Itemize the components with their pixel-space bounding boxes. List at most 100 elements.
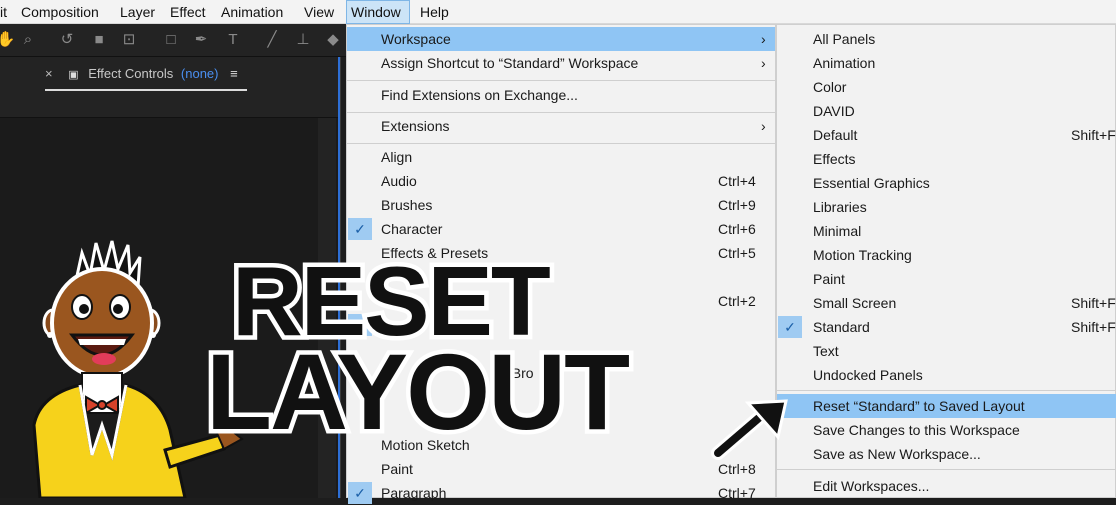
menu-composition[interactable]: Composition <box>21 0 99 24</box>
rotate-tool-icon[interactable]: ↺ <box>57 30 77 50</box>
menu-item-shortcut: Shift+F <box>1071 319 1116 335</box>
submenu-item-essential-graphics[interactable]: Essential Graphics <box>777 171 1116 195</box>
submenu-item-edit-workspaces[interactable]: Edit Workspaces... <box>777 474 1116 498</box>
chevron-right-icon: › <box>761 118 766 134</box>
panel-tab-value: (none) <box>180 66 219 81</box>
menu-effect[interactable]: Effect <box>170 0 206 24</box>
menu-item-shortcut: Ctrl+7 <box>718 485 756 501</box>
menu-item-label: All Panels <box>813 31 876 47</box>
hand-tool-icon[interactable]: ✋ <box>0 30 16 50</box>
tab-underline <box>45 89 247 91</box>
submenu-item-minimal[interactable]: Minimal <box>777 219 1116 243</box>
checkmark-icon: ✓ <box>348 482 372 504</box>
menu-item-find-extensions[interactable]: Find Extensions on Exchange... <box>347 83 775 107</box>
menu-item-label: Libraries <box>813 199 867 215</box>
menu-edit[interactable]: it <box>0 0 7 24</box>
menu-window[interactable]: Window <box>346 0 410 24</box>
menu-item-label: Workspace <box>381 31 451 47</box>
submenu-item-animation[interactable]: Animation <box>777 51 1116 75</box>
submenu-item-reset-standard[interactable]: Reset “Standard” to Saved Layout <box>777 394 1116 418</box>
submenu-item-paint[interactable]: Paint <box>777 267 1116 291</box>
menu-item-brushes[interactable]: Brushes Ctrl+9 <box>347 193 775 217</box>
menu-item-workspace[interactable]: Workspace › <box>347 27 775 51</box>
menu-item-label: Paint <box>813 271 845 287</box>
menu-item-assign-shortcut[interactable]: Assign Shortcut to “Standard” Workspace … <box>347 51 775 75</box>
submenu-item-motion-tracking[interactable]: Motion Tracking <box>777 243 1116 267</box>
menu-item-shortcut: Shift+F <box>1071 295 1116 311</box>
pen-tool-icon[interactable]: ✒ <box>191 30 211 50</box>
submenu-item-save-changes[interactable]: Save Changes to this Workspace <box>777 418 1116 442</box>
eraser-tool-icon[interactable]: ◆ <box>323 30 343 50</box>
camera-tool-icon[interactable]: ■ <box>89 30 109 50</box>
menu-item-label: Audio <box>381 173 417 189</box>
menu-item-label: Save Changes to this Workspace <box>813 422 1020 438</box>
menu-item-label: Brushes <box>381 197 433 213</box>
checkmark-icon: ✓ <box>778 316 802 338</box>
menu-item-extensions[interactable]: Extensions › <box>347 114 775 138</box>
menu-animation[interactable]: Animation <box>221 0 283 24</box>
menu-item-label: Minimal <box>813 223 862 239</box>
clone-stamp-tool-icon[interactable]: ⊥ <box>293 30 313 50</box>
menu-item-label: Reset “Standard” to Saved Layout <box>813 398 1025 414</box>
pan-behind-tool-icon[interactable]: ⊡ <box>119 30 139 50</box>
menu-item-label: Paragraph <box>381 485 447 501</box>
menu-item-label: Undocked Panels <box>813 367 923 383</box>
lock-icon[interactable]: ▣ <box>68 69 78 81</box>
chevron-right-icon: › <box>761 31 766 47</box>
submenu-item-default[interactable]: Default Shift+F <box>777 123 1116 147</box>
submenu-item-david[interactable]: DAVID <box>777 99 1116 123</box>
chevron-right-icon: › <box>761 55 766 71</box>
menu-item-label: Motion Tracking <box>813 247 912 263</box>
menu-layer[interactable]: Layer <box>120 0 155 24</box>
type-tool-icon[interactable]: T <box>223 30 243 50</box>
menu-help[interactable]: Help <box>420 0 449 24</box>
menu-item-shortcut: Shift+F <box>1071 127 1116 143</box>
menu-item-align[interactable]: Align <box>347 145 775 169</box>
menu-item-shortcut: Ctrl+6 <box>718 221 756 237</box>
submenu-item-undocked-panels[interactable]: Undocked Panels <box>777 363 1116 387</box>
menu-item-label: DAVID <box>813 103 855 119</box>
arrow-pointer-icon <box>711 399 788 460</box>
menu-item-label: Edit Workspaces... <box>813 478 930 494</box>
submenu-item-standard[interactable]: ✓ Standard Shift+F <box>777 315 1116 339</box>
menu-separator <box>347 112 775 113</box>
submenu-item-color[interactable]: Color <box>777 75 1116 99</box>
brush-tool-icon[interactable]: ╱ <box>262 30 282 50</box>
menu-item-character[interactable]: ✓ Character Ctrl+6 <box>347 217 775 241</box>
submenu-item-effects[interactable]: Effects <box>777 147 1116 171</box>
menu-item-label: Small Screen <box>813 295 897 311</box>
menu-item-label: Text <box>813 343 839 359</box>
menu-item-paragraph[interactable]: ✓ Paragraph Ctrl+7 <box>347 481 775 505</box>
close-icon[interactable]: × <box>45 66 53 81</box>
menu-view[interactable]: View <box>304 0 334 24</box>
submenu-item-save-new[interactable]: Save as New Workspace... <box>777 442 1116 466</box>
checkmark-icon: ✓ <box>348 218 372 240</box>
menu-item-label: Save as New Workspace... <box>813 446 981 462</box>
shape-tool-icon[interactable]: □ <box>161 30 181 50</box>
menu-item-label: Color <box>813 79 847 95</box>
submenu-item-libraries[interactable]: Libraries <box>777 195 1116 219</box>
menu-item-label: Assign Shortcut to “Standard” Workspace <box>381 55 639 71</box>
panel-tab-label: Effect Controls <box>88 66 174 81</box>
menu-separator <box>777 469 1116 470</box>
zoom-tool-icon[interactable]: ⌕ <box>18 30 38 50</box>
panel-menu-icon[interactable]: ≡ <box>230 66 238 81</box>
menu-item-shortcut: Ctrl+5 <box>718 245 756 261</box>
menu-item-label: Animation <box>813 55 876 71</box>
menu-item-label: Find Extensions on Exchange... <box>381 87 578 103</box>
menu-item-shortcut: Ctrl+4 <box>718 173 756 189</box>
menu-item-shortcut: Ctrl+9 <box>718 197 756 213</box>
submenu-item-small-screen[interactable]: Small Screen Shift+F <box>777 291 1116 315</box>
panel-tab-effect-controls[interactable]: × ▣ Effect Controls (none) ≡ <box>45 66 238 90</box>
menu-item-label: Standard <box>813 319 870 335</box>
menu-item-label: Effects <box>813 151 856 167</box>
submenu-item-all-panels[interactable]: All Panels <box>777 27 1116 51</box>
menu-item-audio[interactable]: Audio Ctrl+4 <box>347 169 775 193</box>
toolbar: ✋ ⌕ ↺ ■ ⊡ □ ✒ T ╱ ⊥ ◆ <box>0 24 346 57</box>
menu-item-shortcut: Ctrl+2 <box>718 293 756 309</box>
menu-item-label: Character <box>381 221 443 237</box>
menu-item-label: Essential Graphics <box>813 175 930 191</box>
submenu-item-text[interactable]: Text <box>777 339 1116 363</box>
menu-bar: it Composition Layer Effect Animation Vi… <box>0 0 1116 24</box>
menu-separator <box>347 80 775 81</box>
